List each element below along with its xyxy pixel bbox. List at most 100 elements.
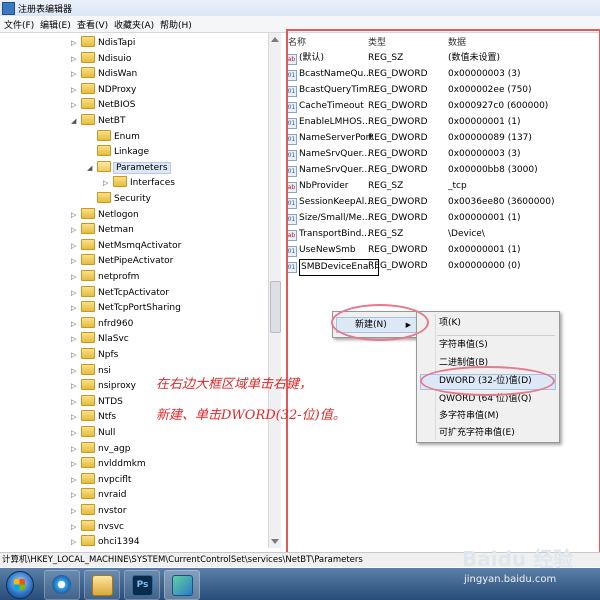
tree-expander-icon[interactable]: ▷ [71,286,79,301]
tree-node[interactable]: ▷ nvraid [71,488,126,503]
menu-favorites[interactable]: 收藏夹(A) [114,18,154,31]
tree-expander-icon[interactable]: ▷ [71,332,79,347]
tree-node[interactable]: ◢ NetBT [71,114,125,129]
tree-expander-icon[interactable]: ▷ [71,379,79,394]
tree-node[interactable]: ◢ Parameters [87,160,171,176]
tree-node[interactable]: ▷ nsiproxy [71,379,136,394]
tree-expander-icon[interactable]: ▷ [71,348,79,363]
tree-node[interactable]: ▷ NetTcpPortSharing [71,301,181,316]
folder-icon [81,535,95,547]
tree-node-label: Ndisuio [98,53,132,64]
tree-expander-icon[interactable]: ▷ [71,504,79,519]
tree-node-label: nvraid [98,490,127,501]
tree-node[interactable]: ▷ NdisTapi [71,36,135,51]
tree-node[interactable]: ▷ Ntfs [71,410,116,425]
folder-icon [81,51,95,63]
tree-expander-icon[interactable]: ▷ [71,301,79,316]
tree-expander-icon[interactable]: ▷ [71,67,79,82]
tree-node-label: NetMsmqActivator [98,240,182,251]
tree-expander-icon[interactable]: ▷ [71,254,79,269]
scroll-thumb[interactable] [270,281,281,333]
tree-expander-icon[interactable]: ▷ [71,208,79,223]
tree-expander-icon[interactable]: ▷ [71,488,79,503]
tree-expander-icon[interactable]: ▷ [71,36,79,51]
tree-expander-icon[interactable]: ▷ [71,520,79,535]
tree-node[interactable]: ▷ nvstor [71,504,126,519]
scroll-down-arrow-icon[interactable] [271,539,279,544]
taskbar-app-explorer[interactable] [84,570,120,600]
tree-node-label: nvlddmkm [98,459,146,470]
tree-node-label: nv_agp [98,443,131,454]
tree-expander-icon[interactable]: ▷ [71,457,79,472]
tree-node[interactable]: Enum [87,129,140,145]
menu-file[interactable]: 文件(F) [4,18,34,31]
tree-node[interactable]: ▷ Null [71,426,115,441]
tree-node-label: NTDS [98,396,123,407]
tree-node[interactable]: ▷ NetMsmqActivator [71,238,182,254]
submenu-item-string[interactable]: 字符串值(S) [439,338,488,352]
tree-node[interactable]: ▷ nsi [71,363,111,379]
tree-node[interactable]: ▷ Netlogon [71,207,139,223]
tree-expander-icon[interactable]: ▷ [71,239,79,254]
tree-node[interactable]: ▷ ohci1394 [71,535,140,548]
tree-expander-icon[interactable]: ▷ [71,410,79,425]
tree-node[interactable]: ▷ Ndisuio [71,51,132,67]
tree-expander-icon[interactable]: ◢ [87,161,95,176]
tree-node[interactable]: ▷ NDProxy [71,82,136,98]
tree-node[interactable]: ▷ nvsvc [71,519,124,535]
tree-node[interactable]: ▷ NetPipeActivator [71,254,173,269]
taskbar-app-regedit[interactable] [164,570,200,600]
tree-node[interactable]: ▷ netprofm [71,270,139,285]
window-title: 注册表编辑器 [18,5,73,15]
tree-node[interactable]: ▷ nvlddmkm [71,457,146,472]
submenu-item-key[interactable]: 项(K) [439,316,461,330]
tree-expander-icon[interactable]: ▷ [71,270,79,285]
tree-scrollbar[interactable] [268,33,281,548]
tree-expander-icon[interactable]: ▷ [71,52,79,67]
tree-expander-icon[interactable]: ▷ [71,395,79,410]
tree-expander-icon[interactable]: ▷ [71,98,79,113]
tree-node[interactable]: ▷ NetTcpActivator [71,285,169,301]
menu-help[interactable]: 帮助(H) [160,18,192,31]
submenu-item-multi-string[interactable]: 多字符串值(M) [439,409,499,423]
tree-expander-icon[interactable]: ▷ [71,473,79,488]
tree-expander-icon[interactable]: ▷ [71,426,79,441]
tree-expander-icon[interactable]: ▷ [71,317,79,332]
tree-node[interactable]: ▷ Netman [71,223,134,238]
tree-expander-icon[interactable]: ▷ [71,442,79,457]
folder-icon [81,316,95,328]
tree-expander-icon[interactable]: ▷ [71,83,79,98]
scroll-up-arrow-icon[interactable] [271,37,279,42]
folder-icon [81,36,95,47]
tree-node[interactable]: ▷ NTDS [71,394,123,410]
tree-expander-icon[interactable]: ◢ [71,114,79,129]
folder-icon [97,192,111,203]
start-button[interactable] [6,571,34,599]
registry-key-tree[interactable]: ▷ NdisTapi ▷ Ndisuio ▷ NdisWan ▷ NDProxy ▷ NetBIO… [0,33,269,548]
tree-node[interactable]: ▷ NetBIOS [71,98,135,113]
taskbar-app-browser[interactable] [44,570,80,600]
tree-node[interactable]: ▷ NdisWan [71,67,137,82]
tree-node[interactable]: Linkage [87,145,149,160]
tree-expander-icon[interactable]: ▷ [71,535,79,548]
tree-node[interactable]: ▷ NlaSvc [71,332,129,347]
menu-edit[interactable]: 编辑(E) [40,18,71,31]
tree-expander-icon[interactable]: ▷ [71,223,79,238]
tree-node[interactable]: ▷ nv_agp [71,441,131,457]
taskbar-app-photoshop[interactable]: Ps [124,570,160,600]
tree-expander-icon[interactable]: ▷ [103,176,111,191]
folder-icon [81,254,95,266]
menu-view[interactable]: 查看(V) [77,18,108,31]
tree-node[interactable]: ▷ Npfs [71,348,118,363]
folder-icon [97,129,111,141]
tree-node[interactable]: ▷ nvpciflt [71,472,131,488]
baidu-watermark-url: jingyan.baidu.com [464,574,557,585]
tree-node[interactable]: ▷ nfrd960 [71,316,133,332]
tree-node-label: NetTcpActivator [98,287,169,298]
folder-icon [81,82,95,94]
photoshop-icon: Ps [132,575,153,596]
submenu-item-expandable-string[interactable]: 可扩充字符串值(E) [439,426,515,440]
tree-node[interactable]: ▷ Interfaces [103,176,175,191]
tree-expander-icon[interactable]: ▷ [71,364,79,379]
tree-node[interactable]: Security [87,192,151,207]
